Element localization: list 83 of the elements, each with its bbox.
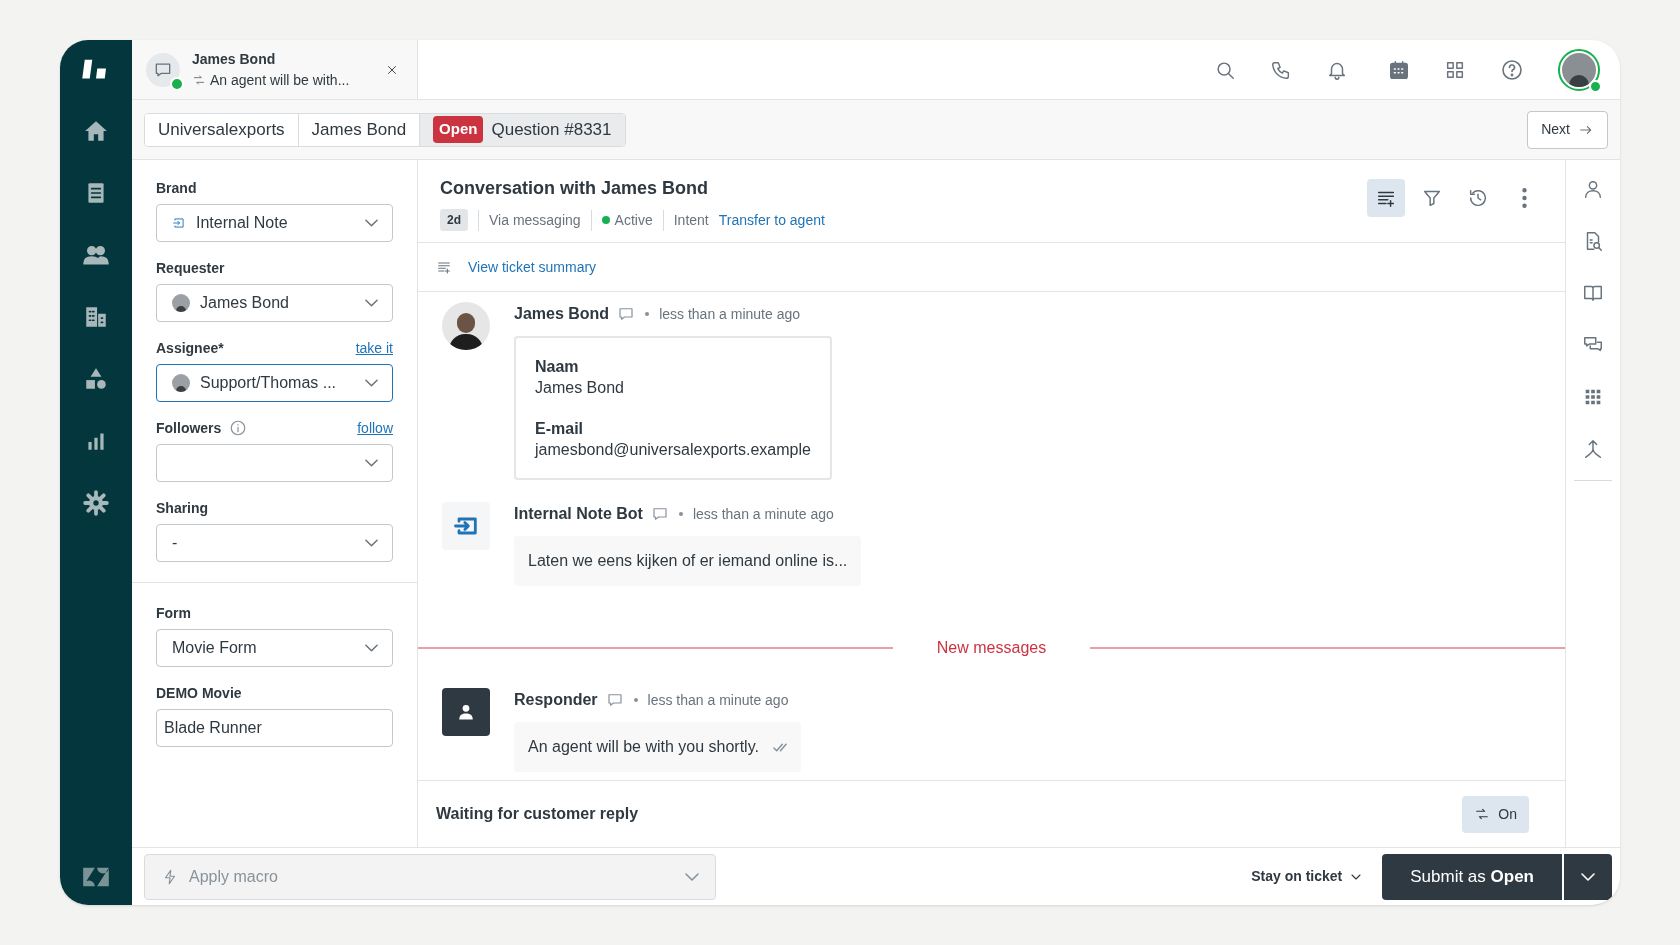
summary-button[interactable] — [1367, 179, 1405, 217]
message-text: Laten we eens kijken of er iemand online is... — [528, 551, 848, 571]
chevron-down-icon — [685, 872, 699, 881]
dropdown-value: Movie Form — [172, 638, 258, 658]
building-icon[interactable] — [83, 304, 109, 330]
dropdown[interactable]: James Bond — [156, 284, 393, 322]
user-icon[interactable] — [1582, 178, 1604, 200]
field-label: Assignee* — [156, 338, 224, 358]
field-label: DEMO Movie — [156, 683, 242, 703]
toggle-button[interactable]: On — [1462, 795, 1529, 833]
comment-icon — [617, 305, 636, 323]
channel-label: Via messaging — [478, 209, 591, 231]
tab-title: James Bond — [192, 49, 277, 69]
field-label: Sharing — [156, 498, 209, 518]
intent-label: Intent — [662, 209, 719, 231]
intent-link[interactable]: Transfer to agent — [718, 209, 825, 231]
status-badge: Open — [433, 116, 484, 143]
settings-icon[interactable] — [83, 490, 109, 516]
avatar-icon — [172, 374, 190, 392]
avatar — [442, 302, 490, 350]
shapes-icon[interactable] — [83, 366, 109, 392]
calendar-icon[interactable] — [1388, 58, 1410, 81]
comment-icon — [650, 505, 669, 523]
dropdown-value: Support/Thomas ... — [200, 373, 338, 393]
field-label: Brand — [156, 178, 197, 198]
chevron-down-icon — [1581, 872, 1595, 881]
dropdown[interactable]: - — [156, 524, 393, 562]
message-time: less than a minute ago — [659, 304, 800, 324]
card-value: James Bond — [535, 378, 625, 398]
chevron-down-icon — [365, 459, 378, 467]
author-name: Internal Note Bot — [514, 504, 643, 524]
field-label: Followers — [156, 418, 222, 438]
chevron-down-icon — [365, 644, 378, 652]
chevron-down-icon — [365, 379, 378, 387]
field-link[interactable]: take it — [355, 337, 393, 359]
message-text: An agent will be with you shortly. — [528, 737, 759, 757]
help-icon — [1500, 57, 1524, 82]
author-name: James Bond — [514, 304, 610, 324]
dropdown-value: - — [172, 533, 179, 553]
info-icon[interactable] — [229, 419, 248, 437]
history-icon — [1467, 187, 1489, 209]
conversation-tab[interactable]: James Bond An agent will be with... — [132, 40, 418, 99]
dropdown[interactable]: Movie Form — [156, 629, 393, 667]
merge-icon[interactable] — [1582, 438, 1604, 460]
comment-icon — [605, 691, 624, 709]
person-icon — [457, 703, 475, 721]
transfer-icon — [192, 73, 206, 87]
dropdown[interactable]: Support/Thomas ... — [156, 364, 393, 402]
message-time: less than a minute ago — [692, 504, 834, 524]
card-label: Naam — [535, 357, 580, 377]
new-messages-label: New messages — [935, 638, 1048, 658]
waiting-label: Waiting for customer reply — [436, 804, 640, 824]
field-label: Requester — [156, 258, 225, 278]
chevron-down-icon — [365, 299, 378, 307]
message-time: less than a minute ago — [647, 690, 789, 710]
more-icon — [1521, 188, 1527, 208]
breadcrumb-label: Question #8331 — [491, 118, 612, 141]
card-label: E-mail — [535, 419, 584, 439]
submit-options-button[interactable] — [1564, 853, 1612, 900]
stay-on-ticket-button[interactable]: Stay on ticket — [1251, 866, 1365, 887]
submit-button[interactable]: Submit as Open — [1382, 853, 1562, 900]
user-avatar[interactable] — [1558, 48, 1600, 91]
dropdown-value: Internal Note — [196, 213, 289, 233]
chevron-down-icon — [365, 539, 378, 547]
author-name: Responder — [514, 690, 598, 710]
status-label: Active — [614, 210, 653, 230]
chevron-down-icon — [365, 219, 378, 227]
next-button[interactable]: Next — [1527, 110, 1608, 149]
summary-icon — [436, 259, 452, 275]
dropdown-value: James Bond — [200, 293, 290, 313]
age-tag: 2d — [440, 209, 468, 231]
transfer-icon — [1474, 806, 1491, 822]
dropdown[interactable]: Internal Note — [156, 204, 393, 242]
avatar-icon — [172, 294, 190, 312]
breadcrumb-tab[interactable]: Open Question #8331 — [419, 113, 625, 146]
brand-icon — [172, 216, 186, 230]
text-field[interactable]: Blade Runner — [156, 709, 393, 747]
field-link[interactable]: follow — [357, 417, 393, 439]
card-value: jamesbond@universalexports.example — [535, 440, 811, 460]
summary-link[interactable]: View ticket summary — [468, 256, 597, 278]
field-label: Form — [156, 603, 191, 623]
conversation-title: Conversation with James Bond — [440, 177, 710, 200]
tab-preview: An agent will be with... — [210, 70, 350, 90]
